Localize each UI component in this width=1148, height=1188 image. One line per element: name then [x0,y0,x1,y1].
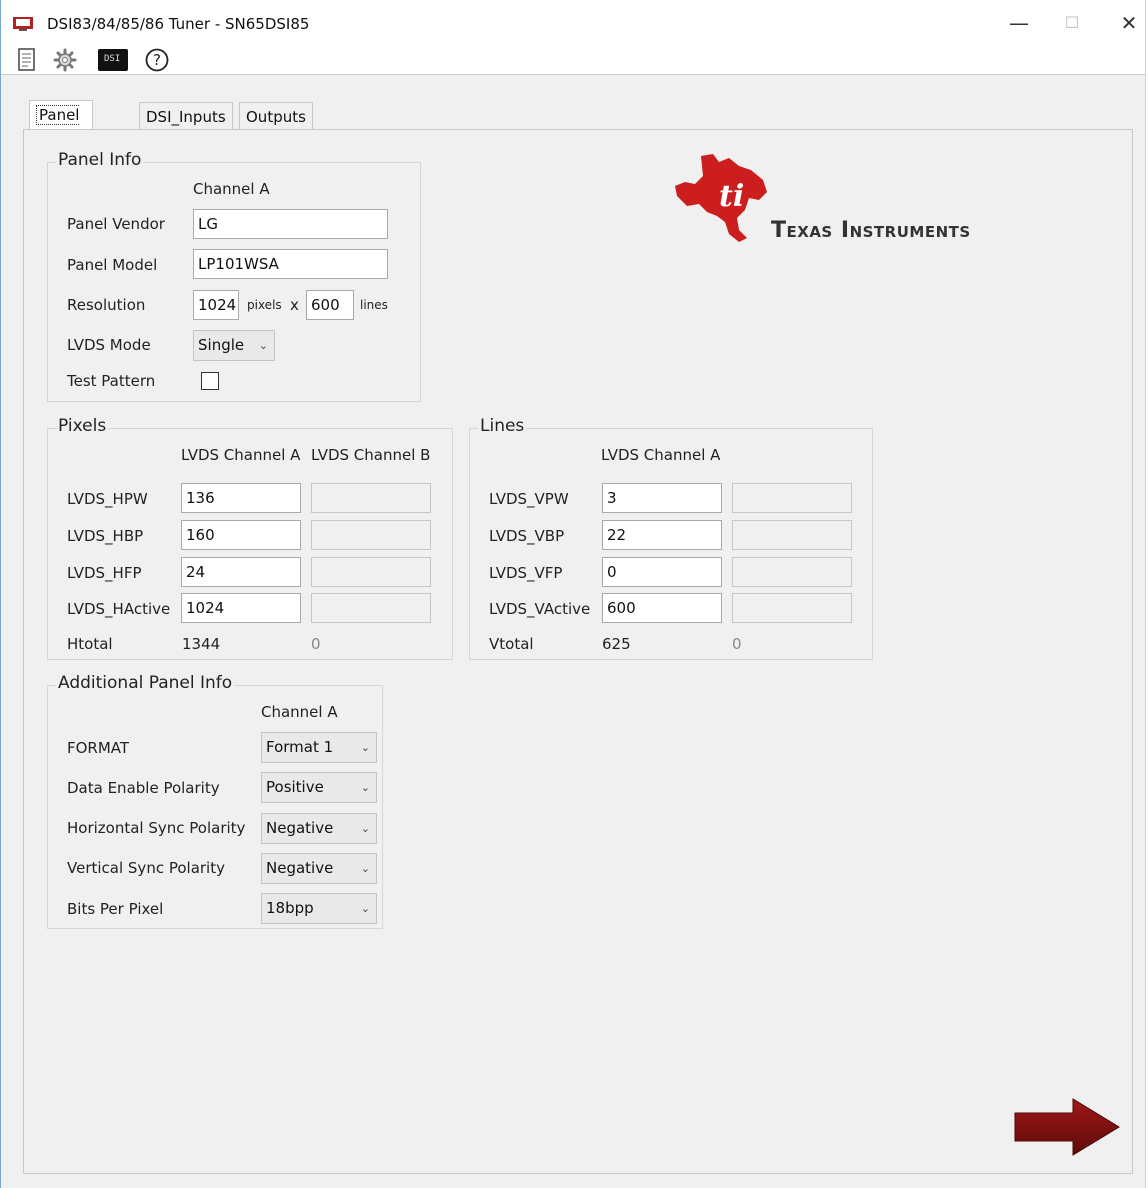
vertical-sync-polarity-value: Negative [266,859,334,877]
lvds-hpw-label: LVDS_HPW [67,490,148,508]
chevron-down-icon: ⌄ [360,741,370,754]
lvds-hbp-b-input [311,520,431,550]
chevron-down-icon: ⌄ [258,339,268,352]
bits-per-pixel-select[interactable]: 18bpp ⌄ [261,893,377,924]
lvds-hfp-b-input [311,557,431,587]
maximize-button[interactable]: ☐ [1054,8,1090,38]
lvds-vbp-label: LVDS_VBP [489,527,565,545]
panel-model-label: Panel Model [67,256,158,274]
lvds-vpw-a-input[interactable]: 3 [602,483,722,513]
lvds-vfp-a-input[interactable]: 0 [602,557,722,587]
vtotal-a-value: 625 [602,635,631,653]
tab-dsi-inputs[interactable]: DSI_Inputs [139,102,233,130]
dsi-icon[interactable]: DSI [98,49,128,71]
resolution-x-separator: x [290,296,299,314]
close-button[interactable]: ✕ [1111,8,1147,38]
ti-logo-text: Texas Instruments [771,218,971,243]
gear-icon[interactable] [53,48,77,72]
lines-unit-label: lines [360,298,388,312]
htotal-a-value: 1344 [182,635,221,653]
test-pattern-checkbox[interactable] [201,372,219,390]
vertical-sync-polarity-select[interactable]: Negative ⌄ [261,853,377,884]
window-title: DSI83/84/85/86 Tuner - SN65DSI85 [47,15,310,33]
pixels-title: Pixels [56,416,109,436]
lvds-mode-label: LVDS Mode [67,336,151,354]
test-pattern-label: Test Pattern [67,372,156,390]
htotal-label: Htotal [67,635,113,653]
lvds-mode-select[interactable]: Single ⌄ [193,330,275,361]
htotal-b-value: 0 [311,635,321,653]
lvds-hpw-b-input [311,483,431,513]
chevron-down-icon: ⌄ [360,822,370,835]
lvds-hactive-b-input [311,593,431,623]
lvds-vfp-label: LVDS_VFP [489,564,563,582]
lvds-hactive-label: LVDS_HActive [67,600,171,618]
tab-outputs[interactable]: Outputs [239,102,313,130]
lvds-vpw-b-input [732,483,852,513]
lvds-vbp-a-input[interactable]: 22 [602,520,722,550]
data-enable-polarity-select[interactable]: Positive ⌄ [261,772,377,803]
horizontal-sync-polarity-value: Negative [266,819,334,837]
document-icon[interactable] [15,48,39,72]
ti-logo-wordmark: Texas Instruments [771,218,971,243]
lvds-vactive-label: LVDS_VActive [489,600,591,618]
lvds-vfp-b-input [732,557,852,587]
vtotal-b-value: 0 [732,635,742,653]
lvds-vpw-label: LVDS_VPW [489,490,569,508]
vertical-sync-polarity-label: Vertical Sync Polarity [67,859,225,877]
toolbar: DSI ? [1,46,1145,75]
panel-vendor-label: Panel Vendor [67,215,165,233]
lvds-hbp-a-input[interactable]: 160 [181,520,301,550]
format-label: FORMAT [67,739,130,757]
lvds-hactive-a-input[interactable]: 1024 [181,593,301,623]
bits-per-pixel-label: Bits Per Pixel [67,900,164,918]
lvds-hpw-a-input[interactable]: 136 [181,483,301,513]
data-enable-polarity-label: Data Enable Polarity [67,779,220,797]
resolution-label: Resolution [67,296,146,314]
pixels-unit-label: pixels [247,298,282,312]
help-icon[interactable]: ? [145,48,169,72]
lvds-hfp-a-input[interactable]: 24 [181,557,301,587]
horizontal-sync-polarity-label: Horizontal Sync Polarity [67,819,246,837]
svg-text:ti: ti [719,179,744,214]
tab-panel-inputs[interactable]: Panel Inputs [29,100,93,153]
lvds-vactive-a-input[interactable]: 600 [602,593,722,623]
minimize-button[interactable]: — [1001,8,1037,38]
chevron-down-icon: ⌄ [360,862,370,875]
app-window: DSI83/84/85/86 Tuner - SN65DSI85 — ☐ ✕ D… [0,0,1146,1188]
pixels-col-a-header: LVDS Channel A [181,446,301,464]
lines-col-a-header: LVDS Channel A [601,446,721,464]
lvds-vbp-b-input [732,520,852,550]
pixels-col-b-header: LVDS Channel B [311,446,431,464]
format-value: Format 1 [266,738,334,756]
panel-info-group: Panel Info [47,150,421,402]
panel-vendor-input[interactable]: LG [193,209,388,239]
panel-model-input[interactable]: LP101WSA [193,249,388,279]
app-icon [13,17,33,31]
panel-info-title: Panel Info [56,150,144,170]
lvds-mode-value: Single [198,336,245,354]
lines-title: Lines [478,416,527,436]
chevron-down-icon: ⌄ [360,902,370,915]
data-enable-polarity-value: Positive [266,778,324,796]
bits-per-pixel-value: 18bpp [266,899,314,917]
lvds-vactive-b-input [732,593,852,623]
help-icon-glyph: ? [153,51,161,69]
panel-info-channel-header: Channel A [193,180,270,198]
vtotal-label: Vtotal [489,635,534,653]
additional-panel-info-title: Additional Panel Info [56,673,235,693]
additional-channel-header: Channel A [261,703,338,721]
next-arrow-icon[interactable] [1011,1097,1123,1159]
title-bar: DSI83/84/85/86 Tuner - SN65DSI85 — ☐ ✕ [1,0,1145,46]
lvds-hbp-label: LVDS_HBP [67,527,144,545]
resolution-x-input[interactable]: 1024 [193,290,239,320]
resolution-y-input[interactable]: 600 [306,290,354,320]
format-select[interactable]: Format 1 ⌄ [261,732,377,763]
lvds-hfp-label: LVDS_HFP [67,564,142,582]
chevron-down-icon: ⌄ [360,781,370,794]
dsi-icon-label: DSI [104,54,121,64]
horizontal-sync-polarity-select[interactable]: Negative ⌄ [261,813,377,844]
ti-logo-icon: ti [675,154,767,242]
